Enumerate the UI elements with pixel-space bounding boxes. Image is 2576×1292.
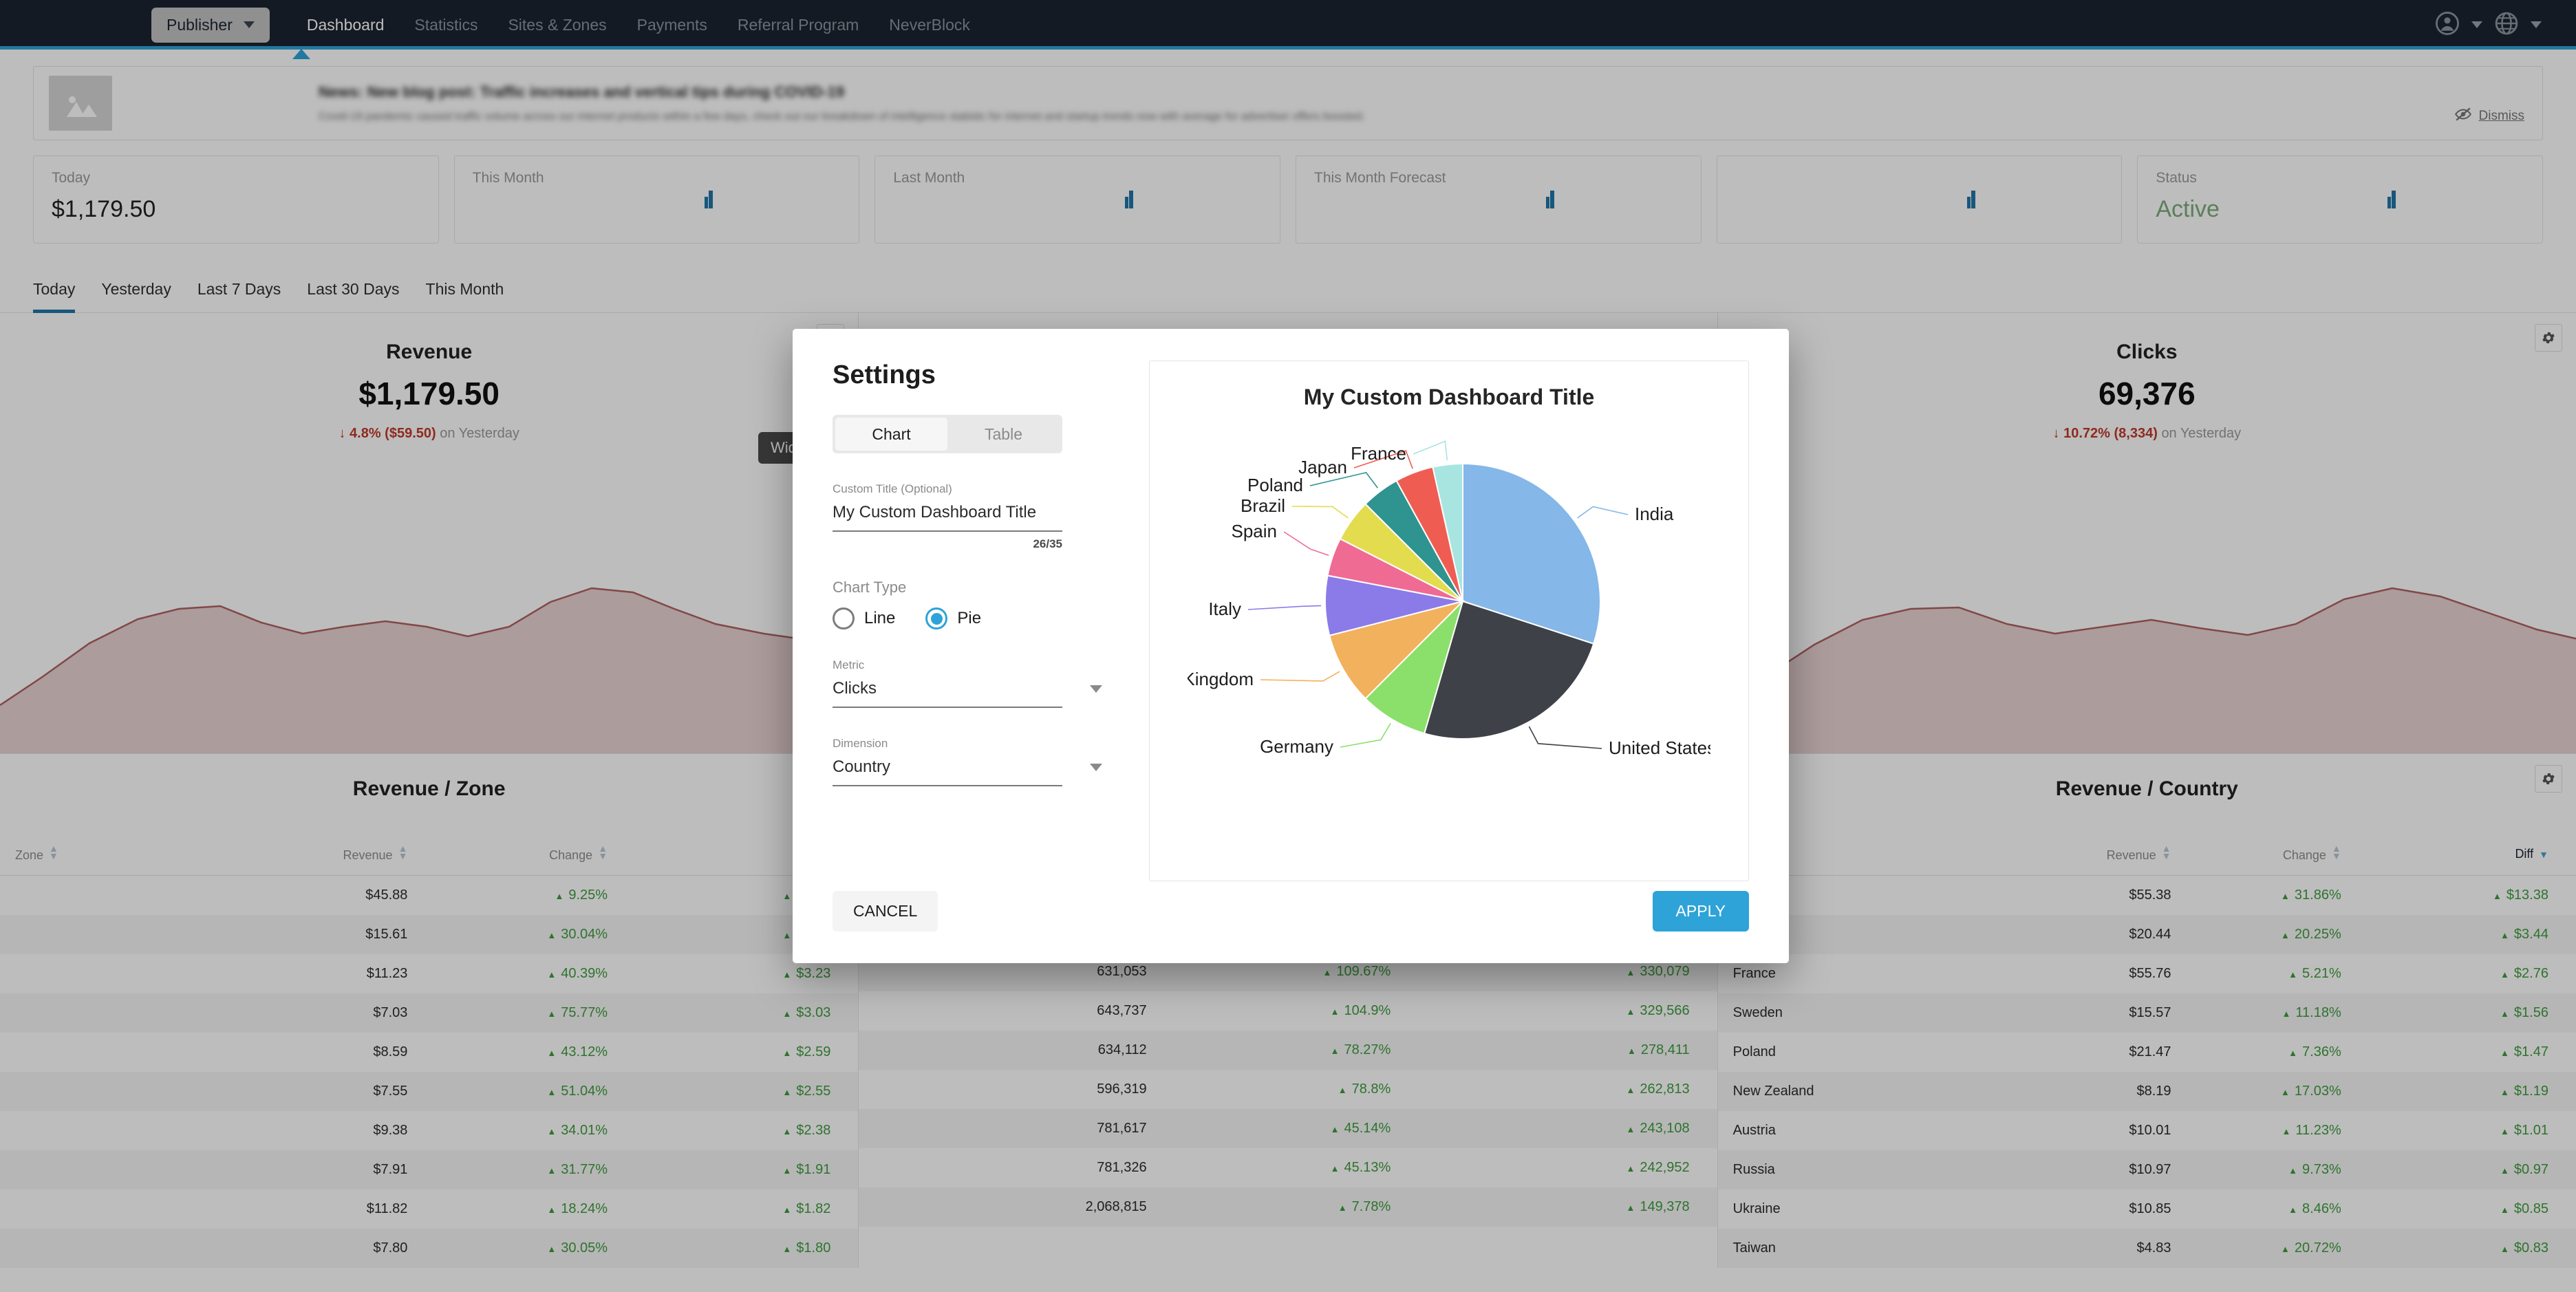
radio-checked-icon [925, 607, 947, 629]
cancel-button[interactable]: CANCEL [833, 891, 938, 932]
custom-title-label: Custom Title (Optional) [833, 482, 1108, 496]
pie-callout-line [1292, 506, 1348, 518]
pie-slice-label: India [1635, 504, 1674, 524]
toggle-chart[interactable]: Chart [835, 418, 947, 451]
pie-callout-line [1260, 671, 1340, 681]
chart-title: My Custom Dashboard Title [1304, 385, 1595, 410]
dialog-title: Settings [833, 360, 1108, 390]
pie-slice-label: United States [1609, 737, 1710, 758]
chevron-down-icon [1090, 764, 1102, 771]
pie-slice-label: Italy [1208, 599, 1241, 619]
radio-line[interactable]: Line [833, 607, 895, 629]
view-mode-toggle: Chart Table [833, 415, 1062, 453]
pie-slice-label: France [1351, 443, 1406, 464]
custom-title-input[interactable]: My Custom Dashboard Title [833, 496, 1062, 532]
pie-callout-line [1578, 506, 1628, 517]
metric-select[interactable]: Clicks [833, 672, 1062, 708]
radio-pie[interactable]: Pie [925, 607, 981, 629]
pie-callout-line [1413, 441, 1447, 460]
pie-callout-line [1284, 532, 1329, 555]
toggle-table[interactable]: Table [947, 418, 1060, 451]
pie-slice-label: Poland [1247, 475, 1303, 495]
char-counter: 26/35 [833, 537, 1062, 551]
radio-line-label: Line [864, 609, 895, 628]
radio-pie-label: Pie [957, 609, 981, 628]
chart-type-radios: Line Pie [833, 607, 1108, 629]
modal-backdrop: Settings Chart Table Custom Title (Optio… [0, 0, 2576, 1292]
dialog-footer: CANCEL APPLY [833, 881, 1749, 932]
metric-field: Metric Clicks [833, 658, 1108, 708]
radio-unchecked-icon [833, 607, 855, 629]
chevron-down-icon [1090, 685, 1102, 693]
custom-title-field: Custom Title (Optional) My Custom Dashbo… [833, 482, 1108, 551]
metric-label: Metric [833, 658, 1108, 672]
dimension-field: Dimension Country [833, 737, 1108, 786]
pie-slice-label: Germany [1260, 736, 1333, 757]
settings-dialog: Settings Chart Table Custom Title (Optio… [793, 329, 1789, 963]
pie-chart: India United States Germany United Kingdom I… [1188, 410, 1710, 795]
pie-slice-label: United Kingdom [1188, 669, 1254, 689]
dimension-select[interactable]: Country [833, 751, 1062, 786]
chart-preview-pane: My Custom Dashboard Title India United St… [1149, 360, 1749, 881]
settings-dialog-body: Settings Chart Table Custom Title (Optio… [833, 360, 1749, 881]
settings-form-pane: Settings Chart Table Custom Title (Optio… [833, 360, 1108, 881]
pie-slice-label: Brazil [1241, 495, 1285, 516]
apply-button[interactable]: APPLY [1653, 891, 1749, 932]
pie-slice-label: Spain [1232, 521, 1278, 541]
pie-slice-label: Japan [1298, 457, 1347, 477]
chart-type-label: Chart Type [833, 579, 1108, 596]
pie-callout-line [1248, 605, 1321, 610]
pie-callout-line [1340, 723, 1391, 747]
dimension-label: Dimension [833, 737, 1108, 751]
pie-callout-line [1529, 726, 1602, 749]
chart-type-group: Chart Type Line Pie [833, 579, 1108, 629]
